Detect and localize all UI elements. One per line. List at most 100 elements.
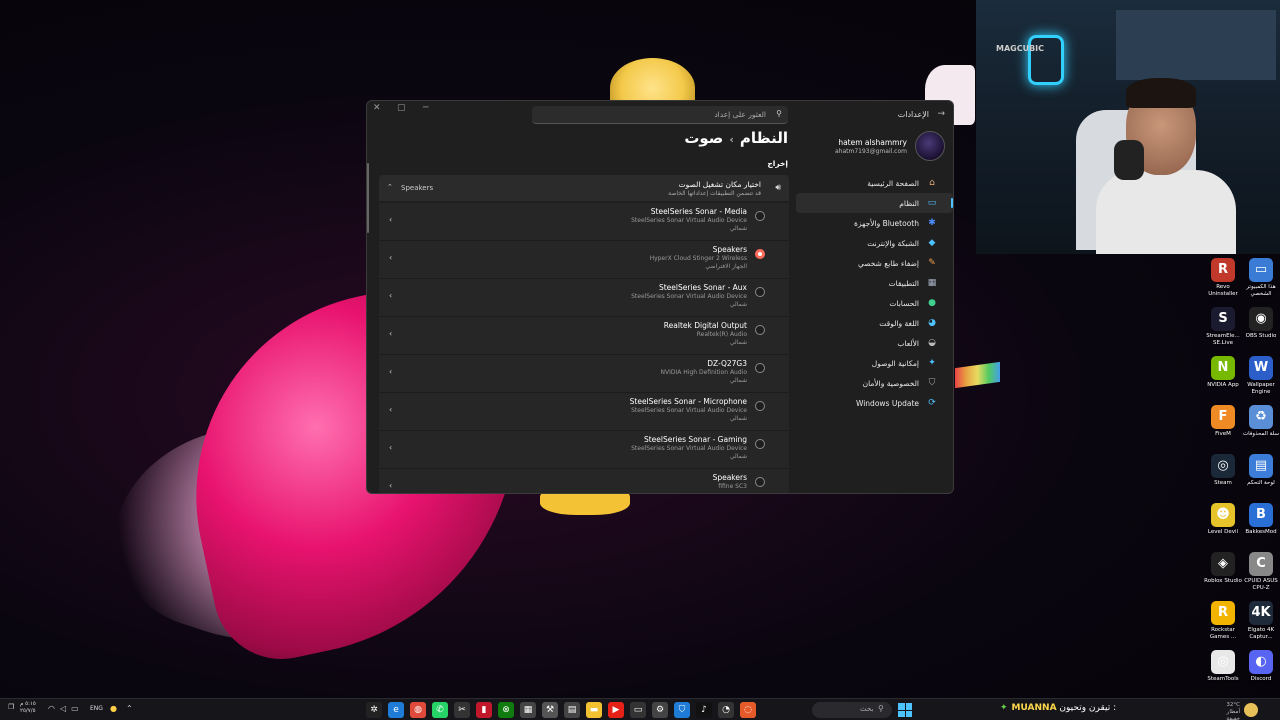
chevron-up-icon[interactable]: ⌃ bbox=[126, 704, 133, 713]
sidebar-item[interactable]: ▭ النظام bbox=[796, 193, 953, 213]
notification-icon[interactable]: ❐ bbox=[8, 703, 14, 711]
desktop-shortcut[interactable]: ♻ سلة المحذوفات bbox=[1242, 405, 1280, 438]
davinci-icon[interactable]: ◔ bbox=[718, 702, 734, 718]
desktop-shortcut[interactable]: ◉ OBS Studio bbox=[1242, 307, 1280, 340]
start-button[interactable] bbox=[898, 703, 912, 717]
tiktok-icon[interactable]: ♪ bbox=[696, 702, 712, 718]
desktop-shortcut[interactable]: 4K Elgato 4K Captur... bbox=[1242, 601, 1280, 640]
sidebar-item[interactable]: ● الحسابات bbox=[796, 293, 953, 313]
sidebar-item[interactable]: ⟳ Windows Update bbox=[796, 393, 953, 413]
desktop-shortcut[interactable]: R Revo Uninstaller bbox=[1204, 258, 1242, 297]
sidebar-item[interactable]: ◒ الألعاب bbox=[796, 333, 953, 353]
sidebar-item-label: النظام bbox=[899, 198, 919, 208]
capcut-icon[interactable]: ✂ bbox=[454, 702, 470, 718]
settings-search-input[interactable]: ⚲ العثور على إعداد bbox=[532, 106, 788, 124]
desktop-shortcut[interactable]: ◎ Steam bbox=[1204, 454, 1242, 487]
chevron-left-icon[interactable]: ‹ bbox=[389, 405, 392, 414]
calculator-icon[interactable]: ▦ bbox=[520, 702, 536, 718]
desktop-shortcut[interactable]: C CPUID ASUS CPU-Z bbox=[1242, 552, 1280, 591]
defender-icon[interactable]: ⛉ bbox=[674, 702, 690, 718]
chevron-left-icon[interactable]: ‹ bbox=[389, 443, 392, 452]
app-red-icon[interactable]: ▮ bbox=[476, 702, 492, 718]
sidebar-item[interactable]: ✎ إضفاء طابع شخصي bbox=[796, 253, 953, 273]
xbox-icon[interactable]: ⊗ bbox=[498, 702, 514, 718]
clock[interactable]: ٥:١٥ م ٢٥/٧/٥ bbox=[20, 701, 36, 715]
device-radio-button[interactable] bbox=[755, 477, 765, 487]
output-device-card[interactable]: 🔊︎ اختيار مكان تشغيل الصوت قد تتضمن التط… bbox=[379, 175, 789, 201]
task-manager-icon[interactable]: ▭ bbox=[630, 702, 646, 718]
chevron-left-icon[interactable]: ‹ bbox=[389, 215, 392, 224]
youtube-icon[interactable]: ▶ bbox=[608, 702, 624, 718]
language-indicator[interactable]: ENG bbox=[90, 705, 103, 712]
nav-list: ⌂ الصفحة الرئيسية ▭ النظام ✱ Bluetooth والأجه… bbox=[788, 173, 953, 413]
chevron-up-icon[interactable]: ⌃ bbox=[387, 183, 393, 191]
battery-icon[interactable]: ▭ bbox=[71, 704, 79, 713]
steelseries-icon[interactable]: ◌ bbox=[740, 702, 756, 718]
minimize-window-button[interactable]: ─ bbox=[423, 103, 428, 113]
maximize-window-button[interactable]: ▢ bbox=[397, 103, 406, 113]
desktop-shortcut[interactable]: N NVIDIA App bbox=[1204, 356, 1242, 389]
device-radio-button[interactable] bbox=[755, 287, 765, 297]
chevron-left-icon[interactable]: ‹ bbox=[389, 291, 392, 300]
output-device-row[interactable]: SteelSeries Sonar - Gaming SteelSeries So… bbox=[379, 431, 789, 469]
chatgpt-icon[interactable]: ✲ bbox=[366, 702, 382, 718]
chevron-left-icon[interactable]: ‹ bbox=[389, 253, 392, 262]
device-radio-button[interactable] bbox=[755, 363, 765, 373]
output-device-row[interactable]: SteelSeries Sonar - Media SteelSeries Son… bbox=[379, 203, 789, 241]
wifi-icon[interactable]: ◠ bbox=[48, 704, 55, 713]
device-radio-button[interactable] bbox=[755, 211, 765, 221]
device-radio-button[interactable] bbox=[755, 439, 765, 449]
sidebar-item[interactable]: ▦ التطبيقات bbox=[796, 273, 953, 293]
user-profile[interactable]: hatem alshammry ahatm7193@gmail.com bbox=[795, 131, 945, 163]
sidebar-item[interactable]: ✱ Bluetooth والأجهزة bbox=[796, 213, 953, 233]
device-radio-button[interactable] bbox=[755, 249, 765, 259]
settings-icon[interactable]: ⚙ bbox=[652, 702, 668, 718]
desktop-shortcut[interactable]: ◐ Discord bbox=[1242, 650, 1280, 683]
device-name: SteelSeries Sonar - Media bbox=[650, 207, 747, 216]
desktop-shortcut[interactable]: W Wallpaper Engine bbox=[1242, 356, 1280, 395]
desktop-shortcut[interactable]: ▭ هذا الكمبيوتر الشخصي bbox=[1242, 258, 1280, 297]
weather-widget[interactable]: 32°C أمطار خفيفة bbox=[1212, 702, 1240, 720]
output-device-row[interactable]: Realtek Digital Output Realtek(R) Audio شم… bbox=[379, 317, 789, 355]
desktop-shortcut[interactable]: ▤ لوحة التحكم bbox=[1242, 454, 1280, 487]
desktop-shortcut[interactable]: B BakkesMod bbox=[1242, 503, 1280, 536]
breadcrumb-parent[interactable]: النظام bbox=[740, 129, 788, 147]
edge-icon[interactable]: e bbox=[388, 702, 404, 718]
tools-icon[interactable]: ⚒ bbox=[542, 702, 558, 718]
chevron-left-icon[interactable]: ‹ bbox=[389, 367, 392, 376]
output-device-row[interactable]: Speakers HyperX Cloud Stinger 2 Wireless ا… bbox=[379, 241, 789, 279]
chrome-icon[interactable]: ◍ bbox=[410, 702, 426, 718]
sidebar-item[interactable]: ⌂ الصفحة الرئيسية bbox=[796, 173, 953, 193]
sidebar-item[interactable]: ⛉ الخصوصية والأمان bbox=[796, 373, 953, 393]
calendar-icon[interactable]: ▤ bbox=[564, 702, 580, 718]
desktop-shortcut[interactable]: S StreamEle... SE.Live bbox=[1204, 307, 1242, 346]
microphone-icon[interactable]: ● bbox=[110, 704, 117, 713]
device-radio-button[interactable] bbox=[755, 325, 765, 335]
output-device-row[interactable]: Speakers fifine SC3 ‹ bbox=[379, 469, 789, 493]
desktop-shortcut[interactable]: R Rockstar Games ... bbox=[1204, 601, 1242, 640]
desktop-shortcut[interactable]: F FiveM bbox=[1204, 405, 1242, 438]
taskbar-search[interactable]: بحث ⚲ bbox=[812, 702, 892, 718]
level-devil-icon: ☻ bbox=[1211, 503, 1235, 527]
desktop-shortcut[interactable]: ◎ SteamTools bbox=[1204, 650, 1242, 683]
desktop-shortcut-label: SteamTools bbox=[1207, 676, 1239, 682]
whatsapp-icon[interactable]: ✆ bbox=[432, 702, 448, 718]
desktop-shortcut[interactable]: ◈ Roblox Studio bbox=[1204, 552, 1242, 585]
close-window-button[interactable]: ✕ bbox=[373, 103, 381, 113]
sidebar-item[interactable]: ◕ اللغة والوقت bbox=[796, 313, 953, 333]
chevron-left-icon[interactable]: ‹ bbox=[389, 481, 392, 490]
sidebar-item[interactable]: ✦ إمكانية الوصول bbox=[796, 353, 953, 373]
chevron-left-icon[interactable]: ‹ bbox=[389, 329, 392, 338]
file-explorer-icon[interactable]: ▬ bbox=[586, 702, 602, 718]
title-bar: ✕ ▢ ─ ⚲ العثور على إعداد الإعدادات → bbox=[367, 101, 953, 129]
desktop-shortcut[interactable]: ☻ Level Devil bbox=[1204, 503, 1242, 536]
output-device-row[interactable]: DZ-Q27G3 NVIDIA High Definition Audio شمال… bbox=[379, 355, 789, 393]
volume-icon[interactable]: ◁ bbox=[60, 704, 66, 713]
output-device-row[interactable]: SteelSeries Sonar - Aux SteelSeries Sonar… bbox=[379, 279, 789, 317]
sidebar-item[interactable]: ◆ الشبكة والإنترنت bbox=[796, 233, 953, 253]
device-radio-button[interactable] bbox=[755, 401, 765, 411]
desktop-shortcut-label: NVIDIA App bbox=[1207, 382, 1239, 388]
output-device-row[interactable]: SteelSeries Sonar - Microphone SteelSerie… bbox=[379, 393, 789, 431]
scrollbar[interactable] bbox=[367, 163, 369, 233]
back-arrow-icon[interactable]: → bbox=[937, 109, 945, 119]
